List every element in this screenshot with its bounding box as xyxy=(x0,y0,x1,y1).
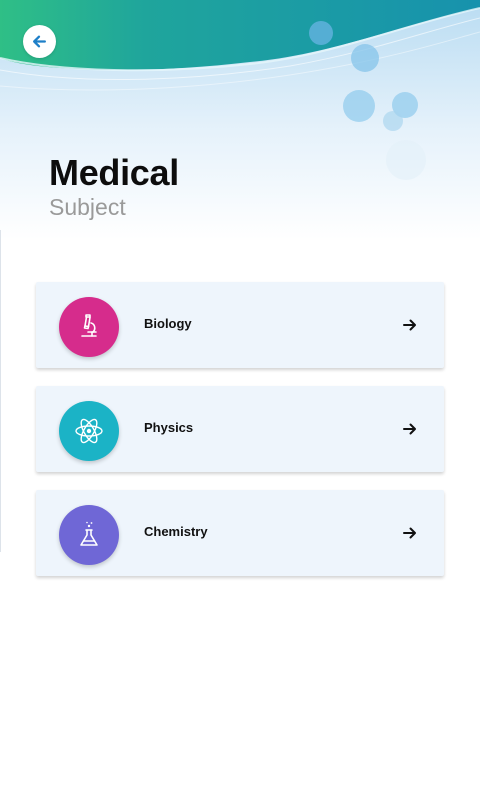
arrow-right-icon xyxy=(403,319,416,331)
subject-icon-badge xyxy=(59,297,119,357)
subject-icon-badge xyxy=(59,505,119,565)
left-edge-line xyxy=(0,230,1,552)
subject-card-chemistry[interactable]: Chemistry xyxy=(36,490,444,576)
page-subtitle: Subject xyxy=(49,194,126,220)
back-button[interactable] xyxy=(23,25,56,58)
flask-icon xyxy=(80,521,98,546)
subject-card-biology[interactable]: Biology xyxy=(36,282,444,368)
atom-icon xyxy=(75,418,103,444)
arrow-left-icon xyxy=(33,35,46,48)
subject-label: Chemistry xyxy=(144,524,208,539)
subject-label: Biology xyxy=(144,316,192,331)
subject-label: Physics xyxy=(144,420,194,435)
microscope-icon xyxy=(81,314,97,337)
subject-icon-badge xyxy=(59,401,119,461)
page-title: Medical xyxy=(49,152,179,193)
subject-card-physics[interactable]: Physics xyxy=(36,386,444,472)
arrow-right-icon xyxy=(403,423,416,435)
arrow-right-icon xyxy=(403,527,416,539)
